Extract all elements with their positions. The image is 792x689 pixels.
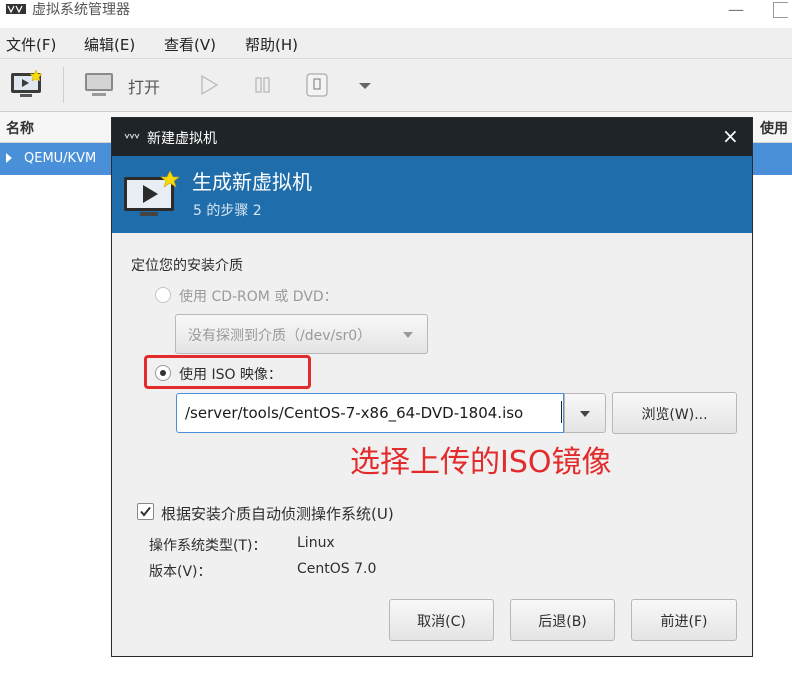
window-titlebar: 虚拟系统管理器 — <box>0 0 792 28</box>
text-caret <box>561 401 562 423</box>
back-button-label: 后退(B) <box>538 614 587 630</box>
column-header-use[interactable]: 使用 <box>760 118 788 138</box>
cdrom-radio[interactable] <box>155 287 171 303</box>
menubar: 文件(F) 编辑(E) 查看(V) 帮助(H) <box>0 28 792 59</box>
play-icon[interactable] <box>198 74 220 96</box>
monitor-icon[interactable] <box>84 71 114 99</box>
toolbar-separator <box>63 67 64 103</box>
new-vm-dialog: 新建虚拟机 × 生成新虚拟机 5 的步骤 2 定位您的安装介质 使用 CD-RO… <box>111 117 753 657</box>
maximize-button[interactable] <box>773 2 788 18</box>
shutdown-icon[interactable] <box>305 72 329 98</box>
cdrom-select[interactable]: 没有探测到介质（/dev/sr0） <box>175 314 428 354</box>
annotation-text: 选择上传的ISO镜像 <box>350 445 612 480</box>
dialog-title: 新建虚拟机 <box>147 131 217 147</box>
iso-option-label: 使用 ISO 映像： <box>179 367 282 383</box>
open-button[interactable]: 打开 <box>128 74 160 98</box>
auto-detect-checkbox[interactable] <box>137 503 154 520</box>
menu-edit[interactable]: 编辑(E) <box>84 34 135 55</box>
minimize-button[interactable]: — <box>728 0 744 19</box>
column-header-name[interactable]: 名称 <box>6 118 34 138</box>
browse-button-label: 浏览(W)... <box>641 407 708 423</box>
toolbar: 打开 <box>0 59 792 112</box>
expand-arrow-icon[interactable] <box>6 153 12 163</box>
close-icon[interactable]: × <box>722 124 739 148</box>
new-vm-banner-icon <box>124 171 180 216</box>
connection-label: QEMU/KVM <box>24 151 97 166</box>
iso-path-input[interactable]: /server/tools/CentOS-7-x86_64-DVD-1804.i… <box>176 393 564 433</box>
checkmark-icon <box>140 506 151 517</box>
chevron-down-icon[interactable] <box>358 81 372 91</box>
dialog-logo-icon <box>124 133 140 139</box>
chevron-down-icon <box>403 332 413 338</box>
back-button[interactable]: 后退(B) <box>510 599 615 641</box>
section-label: 定位您的安装介质 <box>131 258 243 274</box>
browse-button[interactable]: 浏览(W)... <box>612 392 737 434</box>
dialog-banner: 生成新虚拟机 5 的步骤 2 <box>112 156 752 233</box>
new-vm-icon[interactable] <box>10 69 44 99</box>
menu-view[interactable]: 查看(V) <box>164 34 216 55</box>
step-indicator: 5 的步骤 2 <box>193 203 262 219</box>
version-label: 版本(V)： <box>149 564 212 580</box>
cancel-button[interactable]: 取消(C) <box>389 599 494 641</box>
os-type-label: 操作系统类型(T)： <box>149 538 267 554</box>
auto-detect-label: 根据安装介质自动侦测操作系统(U) <box>161 505 394 523</box>
iso-history-dropdown[interactable] <box>564 393 606 433</box>
banner-title: 生成新虚拟机 <box>192 170 312 194</box>
forward-button[interactable]: 前进(F) <box>631 599 737 641</box>
menu-help[interactable]: 帮助(H) <box>245 34 298 55</box>
app-title: 虚拟系统管理器 <box>32 2 130 18</box>
cdrom-option-label: 使用 CD-ROM 或 DVD： <box>179 289 338 305</box>
app-logo-icon <box>6 4 26 14</box>
iso-radio[interactable] <box>155 365 171 381</box>
os-type-value: Linux <box>297 535 335 551</box>
chevron-down-icon <box>580 411 590 417</box>
version-value: CentOS 7.0 <box>297 561 377 577</box>
cancel-button-label: 取消(C) <box>417 614 466 630</box>
cdrom-select-value: 没有探测到介质（/dev/sr0） <box>188 328 372 344</box>
forward-button-label: 前进(F) <box>660 614 708 630</box>
pause-icon[interactable] <box>252 74 274 96</box>
dialog-titlebar: 新建虚拟机 × <box>112 118 752 156</box>
menu-file[interactable]: 文件(F) <box>6 34 56 55</box>
